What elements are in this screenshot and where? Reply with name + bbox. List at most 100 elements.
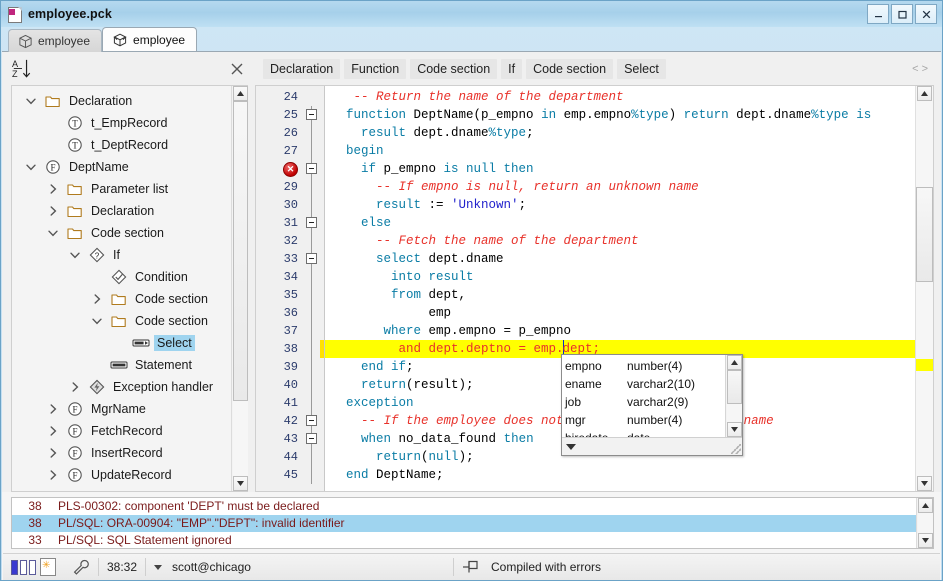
editor-scroll-down-button[interactable] [917,476,932,491]
message-row[interactable]: 38PL/SQL: ORA-00904: "EMP"."DEPT": inval… [12,515,916,532]
tab-employee-body[interactable]: employee [102,27,197,51]
code-editor[interactable]: 24252627✕2930313233343536373839404142434… [255,85,934,492]
code-line[interactable]: -- If empno is null, return an unknown n… [325,178,915,196]
autocomplete-footer[interactable] [562,437,742,455]
expand-down-icon[interactable] [566,444,576,450]
tab-employee-spec[interactable]: employee [8,29,102,52]
autocomplete-item[interactable]: empnonumber(4) [565,357,725,375]
breadcrumb-item-0[interactable]: Declaration [263,59,340,79]
fold-toggle[interactable] [304,214,320,232]
autocomplete-popup[interactable]: empnonumber(4)enamevarchar2(10)jobvarcha… [561,354,743,456]
tree-scroll-track[interactable] [233,101,248,476]
breadcrumb-item-5[interactable]: Select [617,59,666,79]
tree-item-mgrname[interactable]: FMgrName [12,398,231,420]
tree-item-fetchrecord[interactable]: FFetchRecord [12,420,231,442]
code-folding-column[interactable] [304,86,320,491]
autocomplete-item[interactable]: mgrnumber(4) [565,411,725,429]
tree-twisty[interactable] [42,447,64,459]
tree-item-declaration[interactable]: Declaration [12,200,231,222]
editor-scrollbar[interactable] [915,86,933,491]
compiler-messages-list[interactable]: 38PLS-00302: component 'DEPT' must be de… [12,498,916,548]
code-line[interactable]: result := 'Unknown'; [325,196,915,214]
breadcrumb-item-2[interactable]: Code section [410,59,497,79]
fold-toggle[interactable] [304,412,320,430]
session-indicator[interactable] [3,554,64,580]
autocomplete-scroll-up-button[interactable] [727,355,742,370]
tree-twisty[interactable] [20,161,42,173]
tree-item-if[interactable]: ?If [12,244,231,266]
autocomplete-item[interactable]: hiredatedate [565,429,725,437]
tree-twisty[interactable] [20,95,42,107]
tree-item-code-section[interactable]: Code section [12,288,231,310]
tree-twisty[interactable] [42,205,64,217]
tree-item-code-section[interactable]: Code section [12,222,231,244]
message-row[interactable]: 33PL/SQL: SQL Statement ignored [12,532,916,548]
tree-item-exception-handler[interactable]: Exception handler [12,376,231,398]
tree-twisty[interactable] [64,249,86,261]
tree-scroll-thumb[interactable] [233,101,248,401]
breadcrumb-item-3[interactable]: If [501,59,522,79]
tree-scroll-up-button[interactable] [233,86,248,101]
fold-toggle[interactable] [304,106,320,124]
tree-twisty[interactable] [42,403,64,415]
code-line[interactable]: begin [325,142,915,160]
nav-prev-icon[interactable]: < [912,63,921,75]
tree-item-select[interactable]: Select [12,332,231,354]
messages-scroll-track[interactable] [918,513,933,533]
autocomplete-item[interactable]: jobvarchar2(9) [565,393,725,411]
code-line[interactable]: -- Fetch the name of the department [325,232,915,250]
tree-item-t-emprecord[interactable]: Tt_EmpRecord [12,112,231,134]
tree-item-parameter-list[interactable]: Parameter list [12,178,231,200]
code-line[interactable]: from dept, [325,286,915,304]
autocomplete-scrollbar[interactable] [725,355,742,437]
autocomplete-item[interactable]: enamevarchar2(10) [565,375,725,393]
autocomplete-scroll-track[interactable] [727,370,742,422]
close-button[interactable] [915,4,937,24]
tree-item-declaration[interactable]: Declaration [12,90,231,112]
sort-alpha-icon[interactable]: A Z [12,58,32,80]
fold-toggle[interactable] [304,430,320,448]
editor-scroll-up-button[interactable] [917,86,932,101]
message-row[interactable]: 38PLS-00302: component 'DEPT' must be de… [12,498,916,515]
tree-scrollbar[interactable] [231,86,248,491]
messages-scrollbar[interactable] [916,498,933,548]
tree-item-insertrecord[interactable]: FInsertRecord [12,442,231,464]
object-tree[interactable]: DeclarationTt_EmpRecordTt_DeptRecordFDep… [12,86,231,491]
tree-item-code-section[interactable]: Code section [12,310,231,332]
nav-next-icon[interactable]: > [922,63,931,75]
code-line[interactable]: where emp.empno = p_empno [325,322,915,340]
code-line[interactable]: -- Return the name of the department [325,88,915,106]
resize-grip[interactable] [731,444,741,454]
autocomplete-scroll-down-button[interactable] [727,422,742,437]
error-icon[interactable]: ✕ [283,162,298,177]
connection-selector[interactable]: scott@chicago [146,554,259,580]
code-line[interactable]: function DeptName(p_empno in emp.empno%t… [325,106,915,124]
tree-twisty[interactable] [42,183,64,195]
tree-twisty[interactable] [86,315,108,327]
code-line[interactable]: emp [325,304,915,322]
messages-scroll-down-button[interactable] [918,533,933,548]
fold-toggle[interactable] [304,250,320,268]
autocomplete-list[interactable]: empnonumber(4)enamevarchar2(10)jobvarcha… [562,355,725,437]
editor-scroll-thumb[interactable] [916,187,933,282]
autocomplete-scroll-thumb[interactable] [727,370,742,404]
tree-item-statement[interactable]: Statement [12,354,231,376]
minimize-button[interactable] [867,4,889,24]
tree-item-condition[interactable]: Condition [12,266,231,288]
tree-twisty[interactable] [42,227,64,239]
code-line[interactable]: select dept.dname [325,250,915,268]
error-marker[interactable]: ✕ [256,160,304,178]
editor-scroll-track[interactable] [916,101,933,476]
tree-twisty[interactable] [42,425,64,437]
tree-scroll-down-button[interactable] [233,476,248,491]
tree-item-t-deptrecord[interactable]: Tt_DeptRecord [12,134,231,156]
breadcrumb-nav-arrows[interactable]: <> [912,63,935,75]
maximize-button[interactable] [891,4,913,24]
chevron-down-icon[interactable] [154,565,162,570]
code-line[interactable]: if p_empno is null then [325,160,915,178]
tools-button[interactable] [64,554,98,580]
code-line[interactable]: end DeptName; [325,466,915,484]
messages-scroll-up-button[interactable] [918,498,933,513]
code-line[interactable]: into result [325,268,915,286]
tree-twisty[interactable] [64,381,86,393]
